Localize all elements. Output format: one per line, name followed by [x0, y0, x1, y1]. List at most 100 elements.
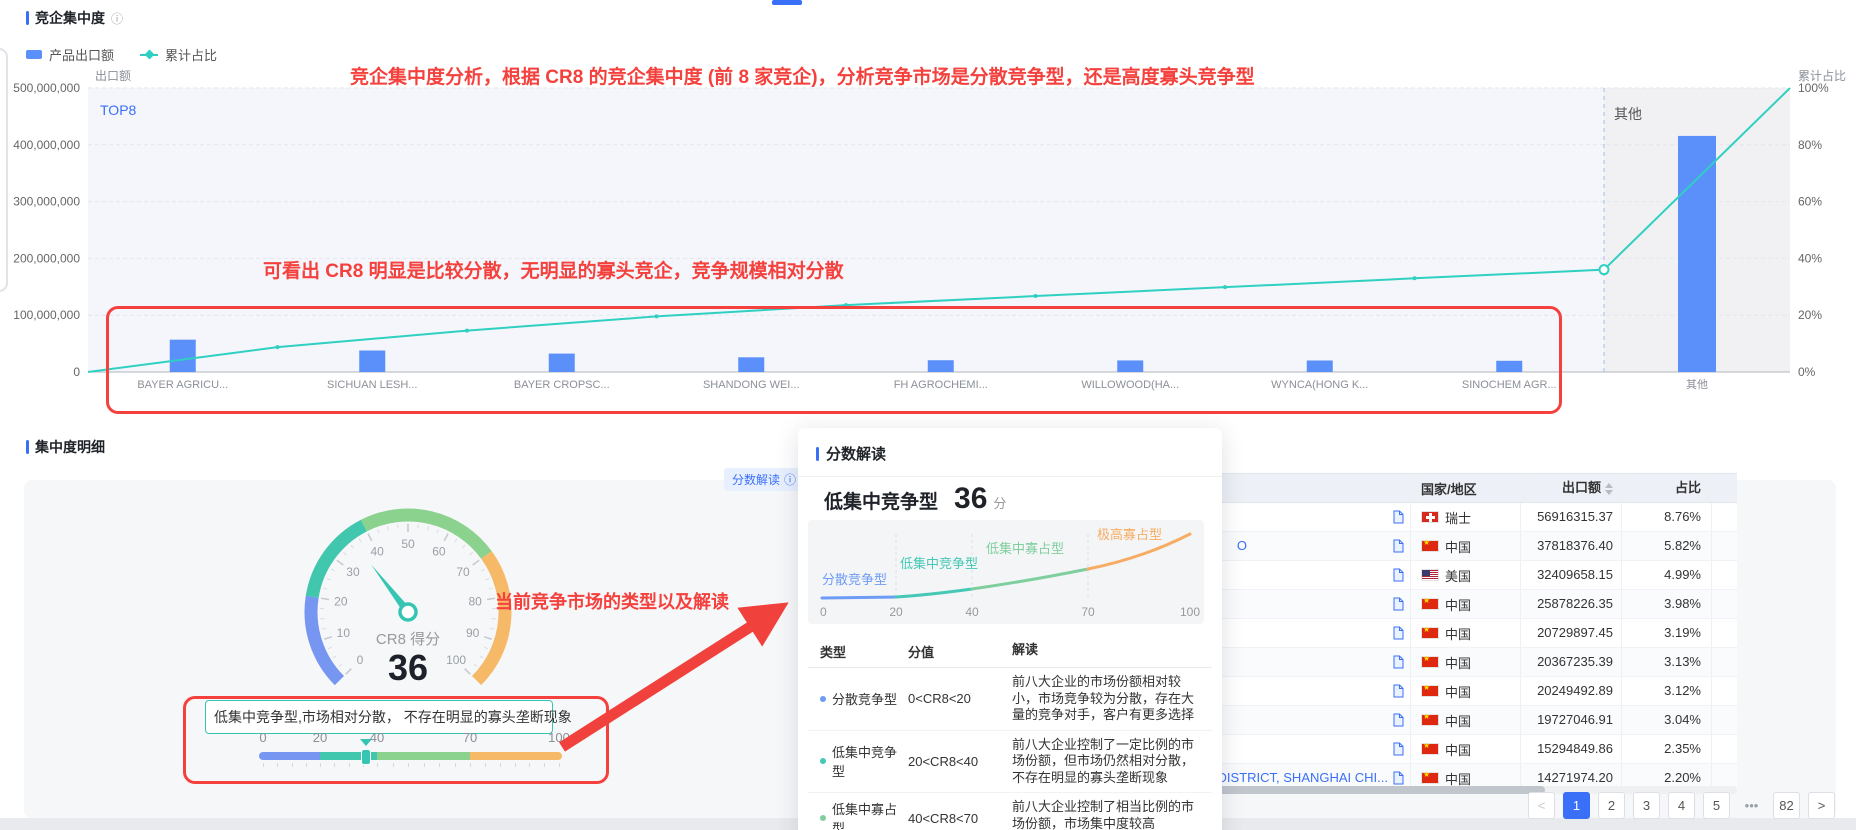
svg-text:10: 10: [337, 626, 351, 640]
svg-text:36: 36: [388, 647, 428, 688]
tab-indicator: [772, 0, 802, 5]
page-button-82[interactable]: 82: [1773, 792, 1800, 819]
country-flag-icon: [1421, 772, 1439, 784]
section-accent-bar: [26, 440, 29, 454]
share-cell: 3.12%: [1622, 677, 1712, 705]
more-pages-icon: •••: [1738, 792, 1765, 819]
svg-text:50: 50: [401, 537, 415, 551]
company-detail-icon[interactable]: [1393, 713, 1404, 730]
share-cell: 3.13%: [1622, 648, 1712, 676]
next-page-button[interactable]: >: [1808, 792, 1835, 819]
score-table: 类型分值解读分散竞争型0<CR8<20前八大企业的市场份额相对较小，市场竞争较为…: [808, 636, 1212, 830]
section-competitor-concentration: 竞企集中度 ⓘ: [26, 8, 123, 28]
svg-text:60: 60: [432, 544, 446, 558]
country-flag-icon: [1421, 627, 1439, 639]
share-cell: 3.04%: [1622, 706, 1712, 734]
svg-text:20%: 20%: [1798, 308, 1822, 322]
score-table-row: 分散竞争型0<CR8<20前八大企业的市场份额相对较小，市场竞争较为分散，存在大…: [808, 668, 1212, 731]
score-explain-link[interactable]: 分数解读 ⓘ: [724, 468, 804, 491]
country-cell: 中国: [1411, 590, 1521, 618]
export-cell: 32409658.15: [1521, 561, 1622, 589]
sort-icon: [1605, 483, 1613, 495]
section-title: 集中度明细: [35, 437, 105, 457]
country-cell: 美国: [1411, 561, 1521, 589]
export-cell: 15294849.86: [1521, 735, 1622, 763]
svg-text:累计占比: 累计占比: [1798, 68, 1846, 83]
annotation-mid: 可看出 CR8 明显是比较分散，无明显的寡头竞企，竞争规模相对分散: [263, 256, 844, 283]
svg-text:100,000,000: 100,000,000: [13, 308, 80, 322]
svg-text:70: 70: [1081, 605, 1095, 619]
export-cell: 20729897.45: [1521, 619, 1622, 647]
popup-header: 分数解读: [798, 428, 1222, 477]
export-cell: 20367235.39: [1521, 648, 1622, 676]
country-flag-icon: [1421, 511, 1439, 523]
export-cell: 20249492.89: [1521, 677, 1622, 705]
line-diamond-icon: [140, 54, 158, 56]
country-flag-icon: [1421, 714, 1439, 726]
country-cell: 中国: [1411, 706, 1521, 734]
company-detail-icon[interactable]: [1393, 597, 1404, 614]
page-button-5[interactable]: 5: [1703, 792, 1730, 819]
page-button-4[interactable]: 4: [1668, 792, 1695, 819]
company-link[interactable]: O: [1237, 532, 1247, 560]
company-detail-icon[interactable]: [1393, 655, 1404, 672]
share-cell: 8.76%: [1622, 503, 1712, 531]
share-cell: 3.19%: [1622, 619, 1712, 647]
svg-text:40%: 40%: [1798, 251, 1822, 265]
page-button-1[interactable]: 1: [1563, 792, 1590, 819]
export-cell: 37818376.40: [1521, 532, 1622, 560]
company-detail-icon[interactable]: [1393, 684, 1404, 701]
section-accent-bar: [816, 447, 819, 461]
company-detail-icon[interactable]: [1393, 742, 1404, 759]
svg-text:200,000,000: 200,000,000: [13, 251, 80, 265]
section-title: 竞企集中度: [35, 8, 105, 28]
svg-text:100: 100: [1180, 605, 1200, 619]
popup-grade: 低集中竞争型 36 分: [824, 482, 1006, 516]
page-button-2[interactable]: 2: [1598, 792, 1625, 819]
annotation-arrow: [530, 575, 820, 775]
svg-text:70: 70: [456, 565, 470, 579]
col-export-header[interactable]: 出口额: [1521, 474, 1622, 502]
section-accent-bar: [26, 11, 29, 25]
share-cell: 2.35%: [1622, 735, 1712, 763]
svg-text:90: 90: [466, 626, 480, 640]
svg-text:0: 0: [73, 365, 80, 379]
country-flag-icon: [1421, 569, 1439, 581]
svg-text:20: 20: [889, 605, 903, 619]
grade-label: 低集中竞争型: [824, 487, 938, 514]
country-cell: 中国: [1411, 735, 1521, 763]
country-flag-icon: [1421, 598, 1439, 610]
svg-text:0: 0: [820, 605, 827, 619]
grade-score: 36: [954, 482, 987, 516]
svg-text:0%: 0%: [1798, 365, 1816, 379]
company-detail-icon[interactable]: [1393, 510, 1404, 527]
svg-text:30: 30: [346, 565, 360, 579]
svg-text:80%: 80%: [1798, 138, 1822, 152]
company-detail-icon[interactable]: [1393, 626, 1404, 643]
export-cell: 19727046.91: [1521, 706, 1622, 734]
svg-text:500,000,000: 500,000,000: [13, 81, 80, 95]
page-button-3[interactable]: 3: [1633, 792, 1660, 819]
company-detail-icon[interactable]: [1393, 568, 1404, 585]
score-table-row: 低集中寡占型40<CR8<70前八大企业控制了相当比例的市场份额，市场集中度较高: [808, 793, 1212, 830]
svg-text:出口额: 出口额: [95, 69, 131, 83]
score-table-row: 低集中竞争型20<CR8<40前八大企业控制了一定比例的市场份额，但市场仍然相对…: [808, 731, 1212, 794]
svg-text:低集中竞争型: 低集中竞争型: [900, 556, 978, 571]
svg-text:40: 40: [965, 605, 979, 619]
svg-text:0: 0: [357, 653, 364, 667]
svg-text:80: 80: [468, 594, 482, 608]
svg-text:其他: 其他: [1614, 106, 1642, 122]
score-explain-label: 分数解读: [732, 471, 780, 488]
legend-item-export[interactable]: 产品出口额: [26, 45, 114, 64]
grade-unit: 分: [993, 493, 1006, 512]
svg-text:60%: 60%: [1798, 195, 1822, 209]
legend-item-cumulative[interactable]: 累计占比: [140, 45, 217, 64]
info-icon[interactable]: ⓘ: [111, 10, 123, 27]
svg-text:400,000,000: 400,000,000: [13, 138, 80, 152]
svg-text:100%: 100%: [1798, 81, 1829, 95]
svg-text:20: 20: [334, 594, 348, 608]
company-detail-icon[interactable]: [1393, 539, 1404, 556]
prev-page-button[interactable]: <: [1528, 792, 1555, 819]
svg-text:TOP8: TOP8: [100, 102, 137, 118]
country-cell: 中国: [1411, 619, 1521, 647]
